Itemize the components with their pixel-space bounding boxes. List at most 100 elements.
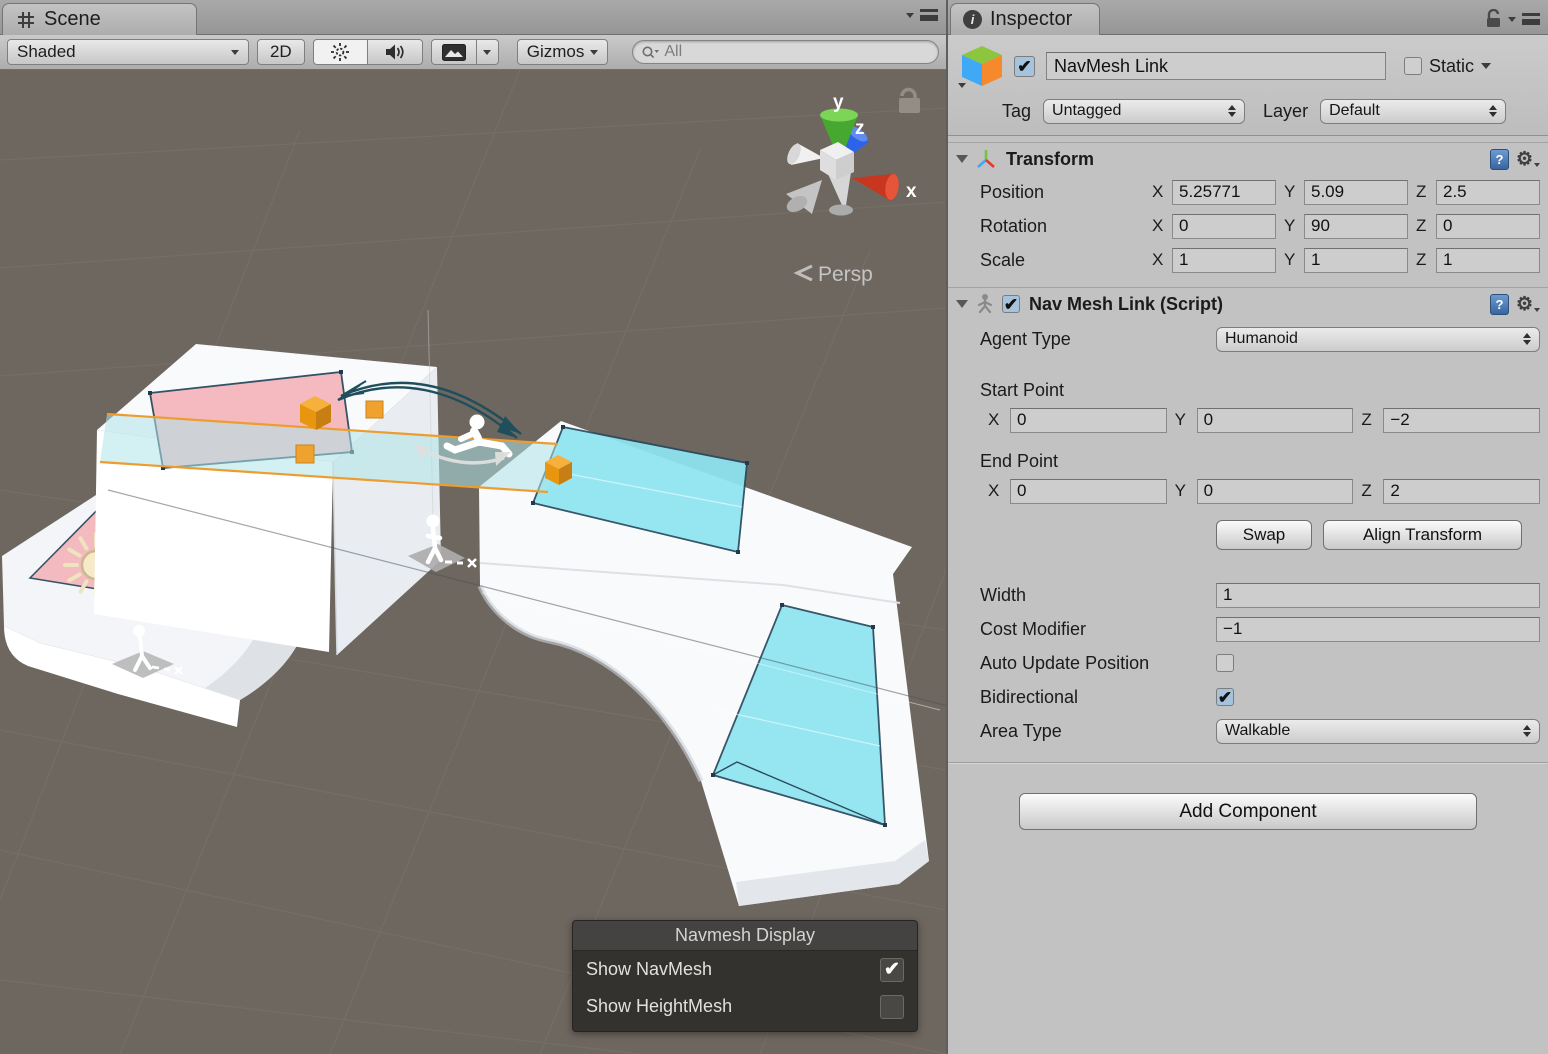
foldout-icon[interactable] [956,155,968,163]
lock-icon[interactable] [899,90,920,114]
show-heightmesh-checkbox[interactable] [880,995,904,1019]
rotation-z-field[interactable] [1436,214,1540,239]
grid-icon [17,11,35,29]
auto-update-checkbox[interactable] [1216,654,1234,672]
layer-dropdown[interactable]: Default [1320,99,1506,124]
tab-inspector[interactable]: Inspector [950,3,1100,35]
add-component-button[interactable]: Add Component [1019,793,1477,830]
start-point-row: X Y Z [988,407,1540,433]
toggle-2d-button[interactable]: 2D [257,39,305,65]
tab-scene[interactable]: Scene [2,3,197,35]
link-handle-mid-bottom[interactable] [296,445,314,463]
bidirectional-row: Bidirectional [980,684,1540,710]
width-row: Width [980,582,1540,608]
search-icon [641,45,660,60]
lock-icon[interactable] [1485,9,1502,29]
z-label: Z [1416,182,1432,202]
transform-header[interactable]: Transform [948,142,1548,175]
scene-toolbar: Shaded 2D [0,35,946,70]
gameobject-icon[interactable] [958,42,1006,90]
axis-x-label: x [906,181,917,202]
transform-title: Transform [1006,149,1094,170]
rotation-row: Rotation X Y Z [980,213,1540,239]
foldout-icon[interactable] [956,300,968,308]
auto-update-row: Auto Update Position [980,650,1540,676]
pane-menu-icon[interactable] [1522,13,1540,25]
gizmos-dropdown[interactable]: Gizmos [517,39,609,65]
component-enabled-checkbox[interactable] [1002,295,1020,313]
start-y-field[interactable] [1197,408,1354,433]
gameobject-header: Static Tag Untagged Layer Default [948,35,1548,136]
agent-type-dropdown[interactable]: Humanoid [1216,327,1540,352]
tag-dropdown[interactable]: Untagged [1043,99,1245,124]
scale-y-field[interactable] [1304,248,1408,273]
start-x-field[interactable] [1010,408,1167,433]
scene-lighting-button[interactable] [313,39,368,65]
start-z-field[interactable] [1383,408,1540,433]
position-z-field[interactable] [1436,180,1540,205]
projection-toggle[interactable]: Persp [797,263,873,286]
cost-modifier-field[interactable] [1216,617,1540,642]
help-icon[interactable] [1490,149,1509,170]
bidirectional-label: Bidirectional [980,687,1216,708]
active-checkbox[interactable] [1014,56,1035,77]
rotation-y-field[interactable] [1304,214,1408,239]
swap-button[interactable]: Swap [1216,520,1312,550]
x-label: X [1152,182,1168,202]
static-checkbox[interactable] [1404,57,1422,75]
scene-viewport[interactable]: y z x Persp Navmesh Display Show NavMesh [0,70,946,1054]
transform-icon [975,148,997,170]
scale-z-field[interactable] [1436,248,1540,273]
gameobject-name-input[interactable] [1046,52,1386,80]
end-x-field[interactable] [1010,479,1167,504]
inspector-tab-label: Inspector [990,8,1072,31]
scale-x-field[interactable] [1172,248,1276,273]
position-y-field[interactable] [1304,180,1408,205]
scene-tab-label: Scene [44,8,101,31]
gear-icon[interactable] [1516,295,1540,314]
y-label: Y [1175,481,1193,501]
area-type-label: Area Type [980,721,1216,742]
scene-audio-button[interactable] [368,39,423,65]
agent-type-label: Agent Type [980,329,1216,350]
rotation-label: Rotation [980,216,1152,237]
show-heightmesh-label: Show HeightMesh [586,996,732,1017]
scene-effects-dropdown[interactable] [477,39,499,65]
scene-effects-button[interactable] [431,39,477,65]
link-handle-mid-top[interactable] [366,401,383,418]
scale-row: Scale X Y Z [980,247,1540,273]
help-icon[interactable] [1490,294,1509,315]
show-navmesh-row: Show NavMesh [573,951,917,988]
area-type-dropdown[interactable]: Walkable [1216,719,1540,744]
static-dropdown-arrow[interactable] [1481,63,1491,69]
shading-mode-dropdown[interactable]: Shaded [7,39,249,65]
rotation-x-field[interactable] [1172,214,1276,239]
align-transform-button[interactable]: Align Transform [1323,520,1522,550]
end-z-field[interactable] [1383,479,1540,504]
show-navmesh-checkbox[interactable] [880,958,904,982]
y-label: Y [1175,410,1193,430]
pane-menu-icon[interactable] [920,9,938,21]
scene-panel: Scene Shaded 2D [0,0,946,1054]
scene-search-field[interactable] [632,40,939,64]
icon-picker-arrow[interactable] [958,83,966,88]
end-y-field[interactable] [1197,479,1354,504]
gear-icon[interactable] [1516,150,1540,169]
image-icon [442,44,466,61]
navmeshlink-header[interactable]: Nav Mesh Link (Script) [948,287,1548,320]
tag-value: Untagged [1052,102,1121,120]
projection-label: Persp [818,263,873,286]
navmesh-display-title: Navmesh Display [573,921,917,951]
light-icon [330,42,350,62]
y-label: Y [1284,216,1300,236]
width-field[interactable] [1216,583,1540,608]
cost-modifier-row: Cost Modifier [980,616,1540,642]
bidirectional-checkbox[interactable] [1216,688,1234,706]
end-point-row: X Y Z [988,478,1540,504]
pane-dropdown-icon[interactable] [906,13,914,18]
position-x-field[interactable] [1172,180,1276,205]
pane-dropdown-icon[interactable] [1508,17,1516,22]
axis-z-label: z [855,118,865,139]
z-label: Z [1361,410,1379,430]
search-input[interactable] [664,43,904,61]
